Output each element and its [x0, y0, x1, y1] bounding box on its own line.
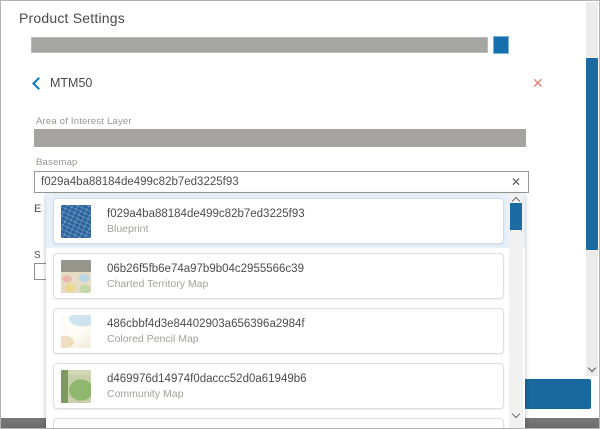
- basemap-input[interactable]: [34, 171, 529, 193]
- basemap-field-label: Basemap: [36, 157, 78, 168]
- window-scrollbar-down-icon[interactable]: [588, 364, 596, 372]
- hidden-field-fragment: E: [34, 203, 41, 215]
- basemap-option-id: d469976d14974f0daccc52d0a61949b6: [107, 373, 307, 385]
- basemap-option-id: 486cbbf4d3e84402903a656396a2984f: [107, 318, 305, 330]
- basemap-thumbnail: [61, 370, 91, 403]
- basemap-option-community[interactable]: d469976d14974f0daccc52d0a61949b6 Communi…: [53, 363, 504, 409]
- close-icon[interactable]: ✕: [530, 74, 546, 92]
- clear-input-icon[interactable]: ✕: [509, 174, 523, 190]
- aoi-field-label: Area of Interest Layer: [36, 116, 132, 127]
- hidden-field-fragment: S: [34, 250, 41, 261]
- back-button[interactable]: MTM50: [34, 76, 92, 90]
- window-scrollbar[interactable]: [586, 2, 598, 376]
- dropdown-scrollbar[interactable]: [509, 194, 523, 429]
- basemap-option-name: Charted Territory Map: [107, 278, 304, 290]
- window-scrollbar-thumb[interactable]: [586, 58, 598, 250]
- product-settings-window: Product Settings MTM50 ✕ Area of Interes…: [0, 0, 600, 429]
- basemap-option-partial[interactable]: [53, 418, 504, 429]
- basemap-dropdown-list: f029a4ba88184de499c82b7ed3225f93 Bluepri…: [46, 194, 525, 429]
- basemap-option-id: f029a4ba88184de499c82b7ed3225f93: [107, 208, 305, 220]
- basemap-option-id: 06b26f5fb6e74a97b9b04c2955566c39: [107, 263, 304, 275]
- basemap-option-name: Blueprint: [107, 223, 305, 235]
- back-chevron-icon: [32, 77, 45, 90]
- basemap-option-name: Community Map: [107, 388, 307, 400]
- basemap-thumbnail: [61, 205, 91, 238]
- basemap-option-name: Colored Pencil Map: [107, 333, 305, 345]
- basemap-option-charted-territory[interactable]: 06b26f5fb6e74a97b9b04c2955566c39 Charted…: [53, 253, 504, 299]
- page-title: Product Settings: [19, 10, 125, 26]
- basemap-option-blueprint[interactable]: f029a4ba88184de499c82b7ed3225f93 Bluepri…: [53, 198, 504, 244]
- basemap-thumbnail: [61, 315, 91, 348]
- header-blue-square[interactable]: [493, 36, 509, 54]
- basemap-option-colored-pencil[interactable]: 486cbbf4d3e84402903a656396a2984f Colored…: [53, 308, 504, 354]
- back-label: MTM50: [50, 76, 92, 90]
- header-placeholder-bar: [31, 37, 488, 53]
- dropdown-scrollbar-thumb[interactable]: [510, 203, 522, 230]
- primary-action-button[interactable]: [524, 379, 591, 409]
- aoi-field-placeholder[interactable]: [34, 129, 526, 147]
- dropdown-scroll-down-icon[interactable]: [512, 410, 520, 418]
- basemap-thumbnail: [61, 260, 91, 293]
